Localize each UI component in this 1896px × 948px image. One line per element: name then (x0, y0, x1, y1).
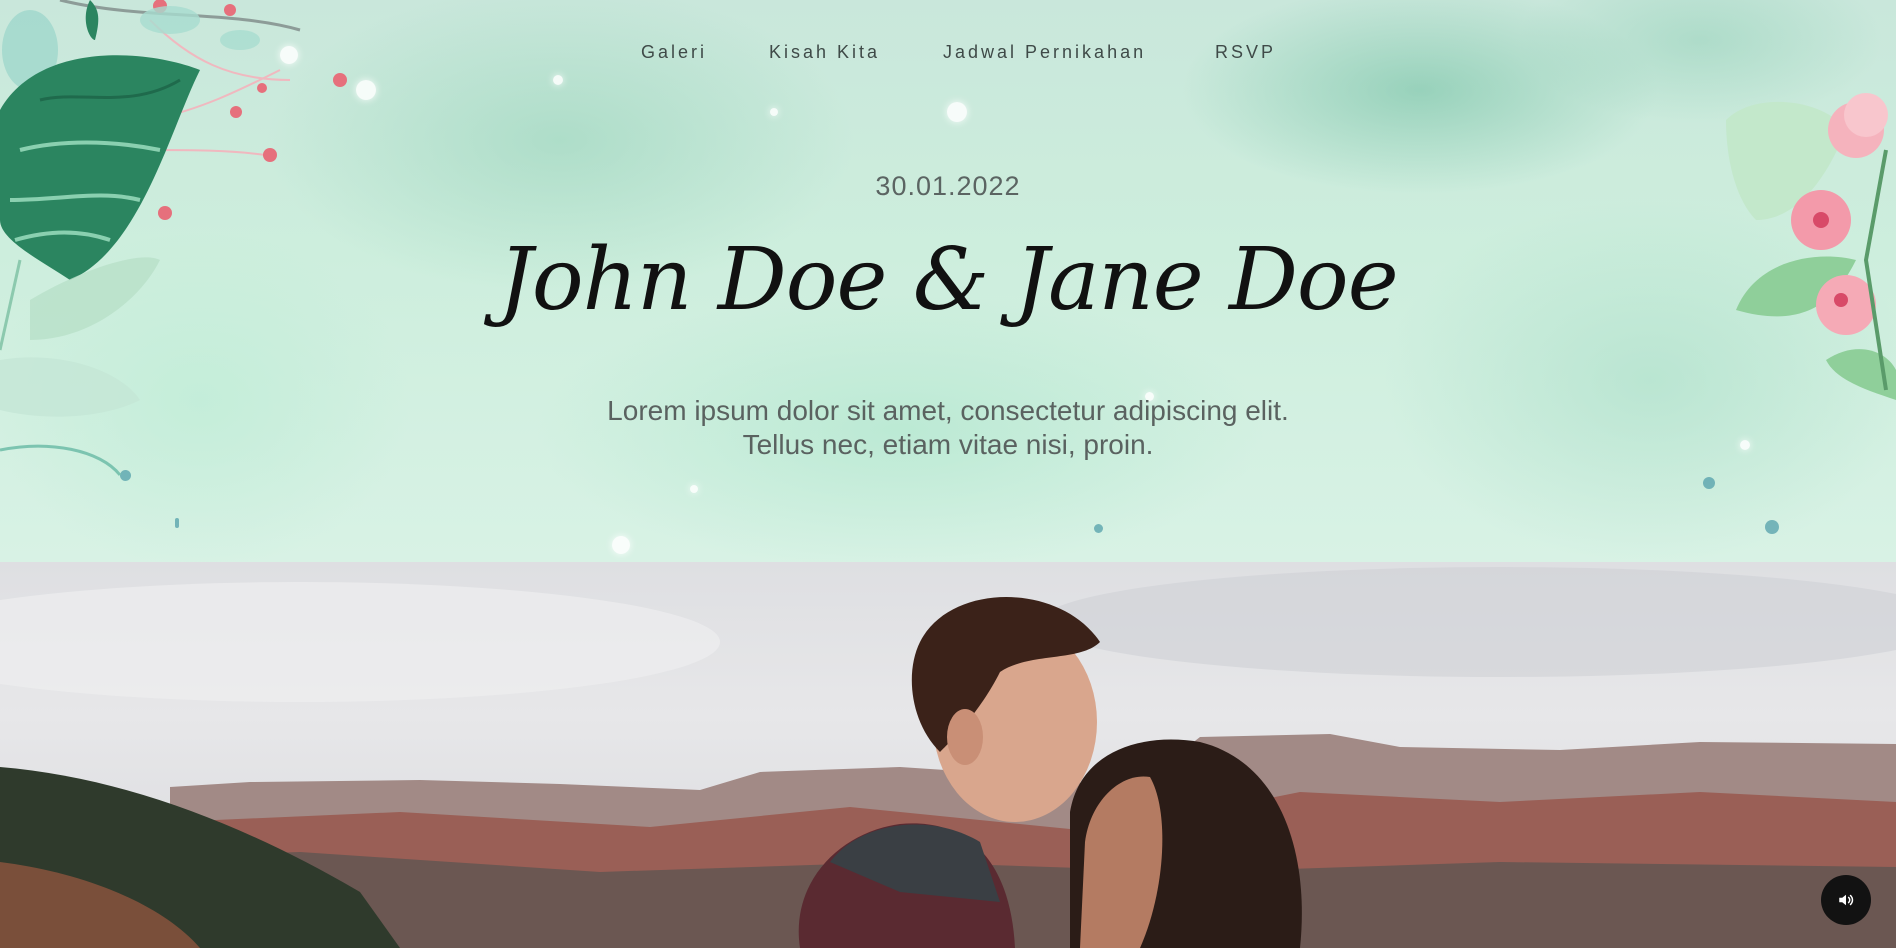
nav-item-galeri[interactable]: Galeri (641, 42, 707, 63)
couple-names-title: John Doe & Jane Doe (498, 230, 1398, 330)
hero-section: Galeri Kisah Kita Jadwal Pernikahan RSVP… (0, 0, 1896, 562)
sparkle-decoration (770, 108, 778, 116)
sound-toggle-button[interactable] (1821, 875, 1871, 925)
tagline-line-1: Lorem ipsum dolor sit amet, consectetur … (607, 395, 1289, 426)
dot-decoration (175, 518, 179, 528)
dot-decoration (1094, 524, 1103, 533)
couple-photo (0, 562, 1896, 948)
tagline-line-2: Tellus nec, etiam vitae nisi, proin. (742, 429, 1154, 460)
couple-photo-illustration (0, 567, 1896, 948)
dot-decoration (1765, 520, 1779, 534)
nav-item-kisah-kita[interactable]: Kisah Kita (769, 42, 880, 63)
sparkle-decoration (612, 536, 630, 554)
speaker-icon (1839, 894, 1854, 906)
nav-item-rsvp[interactable]: RSVP (1215, 42, 1276, 63)
dot-decoration (1703, 477, 1715, 489)
sparkle-decoration (690, 485, 698, 493)
main-navigation: Galeri Kisah Kita Jadwal Pernikahan RSVP (0, 0, 1896, 108)
nav-item-jadwal-pernikahan[interactable]: Jadwal Pernikahan (943, 42, 1146, 63)
wedding-date: 30.01.2022 (875, 171, 1021, 201)
hero-tagline: Lorem ipsum dolor sit amet, consectetur … (0, 394, 1896, 462)
